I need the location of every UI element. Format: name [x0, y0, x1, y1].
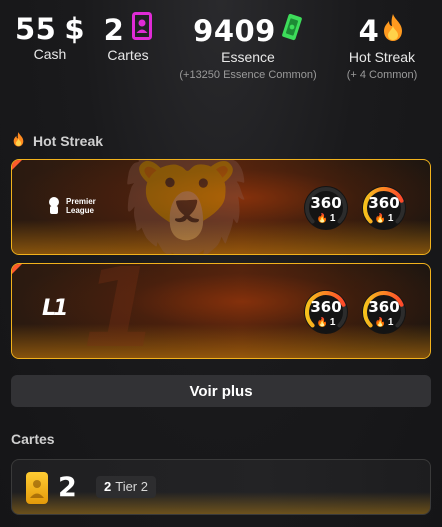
hot-streak-title-text: Hot Streak — [33, 132, 104, 149]
corner-tag — [12, 264, 22, 274]
essence-sub: (+13250 Essence Common) — [179, 69, 317, 81]
cash-value: 55 — [14, 12, 57, 46]
flame-icon: 🔥 — [316, 317, 328, 327]
gauge-count: 1 — [329, 213, 336, 224]
league-card-ligue-1[interactable]: 1 L1 360 🔥 1 360 🔥 1 — [11, 263, 431, 359]
stat-cash: 55 $ Cash — [14, 12, 86, 62]
hot-streak-section-title: Hot Streak — [12, 131, 103, 150]
tier-count: 2 — [58, 472, 77, 503]
gauge-score: 360 — [368, 194, 400, 212]
essence-label: Essence — [221, 49, 275, 65]
card-person-icon — [26, 472, 48, 504]
premier-league-logo: Premier League — [46, 196, 96, 216]
gauge-group: 360 🔥 1 360 🔥 1 — [302, 184, 408, 232]
gauge-count: 1 — [387, 213, 394, 224]
tier-badge: 2 Tier 2 — [96, 476, 156, 498]
hot-streak-sub: (+ 4 Common) — [346, 69, 418, 81]
streak-gauge: 360 🔥 1 — [302, 184, 350, 232]
card-person-icon — [132, 12, 153, 47]
flame-icon: 🔥 — [374, 317, 386, 327]
decorative-lion-watermark: 🦁 — [112, 159, 262, 255]
voir-plus-button[interactable]: Voir plus — [11, 375, 431, 407]
essence-ticket-icon — [281, 12, 303, 49]
cartes-label: Cartes — [107, 47, 149, 63]
hot-streak-value: 4 — [358, 13, 380, 48]
tier-card[interactable]: 2 2 Tier 2 — [11, 459, 431, 515]
gauge-score: 360 — [368, 298, 400, 316]
ligue-1-logo: L1 — [42, 296, 68, 321]
flame-icon — [381, 12, 405, 49]
flame-icon: 🔥 — [374, 213, 386, 223]
essence-value: 9409 — [193, 13, 276, 48]
cartes-section-title: Cartes — [11, 431, 55, 447]
streak-gauge: 360 🔥 1 — [302, 288, 350, 336]
premier-league-logo-line2: League — [66, 206, 95, 215]
cash-unit: $ — [64, 12, 86, 46]
gauge-score: 360 — [310, 298, 342, 316]
stat-essence: 9409 Essence (+13250 Essence Common) — [160, 12, 336, 82]
hot-streak-label: Hot Streak — [348, 49, 416, 65]
decorative-l1-watermark: 1 — [82, 263, 159, 359]
gauge-count: 1 — [329, 317, 336, 328]
premier-league-logo-line1: Premier — [66, 197, 96, 206]
tier-badge-count: 2 — [104, 479, 112, 494]
flame-icon: 🔥 — [316, 213, 328, 223]
stat-hot-streak: 4 Hot Streak (+ 4 Common) — [336, 12, 428, 82]
corner-tag — [12, 160, 22, 170]
cartes-title-text: Cartes — [11, 431, 55, 447]
stat-cartes: 2 Cartes — [96, 12, 160, 63]
ligue-1-logo-text: L1 — [42, 296, 68, 321]
gauge-group: 360 🔥 1 360 🔥 1 — [302, 288, 408, 336]
streak-gauge: 360 🔥 1 — [360, 184, 408, 232]
lion-crest-icon — [49, 197, 59, 214]
gauge-score: 360 — [310, 194, 342, 212]
cartes-value: 2 — [103, 12, 125, 47]
gauge-count: 1 — [387, 317, 394, 328]
league-card-premier-league[interactable]: 🦁 Premier League 360 🔥 1 360 🔥 1 — [11, 159, 431, 255]
stats-bar: 55 $ Cash 2 Cartes 9409 Essence (+13250 … — [0, 12, 442, 92]
streak-gauge: 360 🔥 1 — [360, 288, 408, 336]
cash-label: Cash — [33, 46, 67, 62]
flame-icon — [12, 131, 25, 150]
tier-badge-label: Tier 2 — [115, 479, 148, 494]
